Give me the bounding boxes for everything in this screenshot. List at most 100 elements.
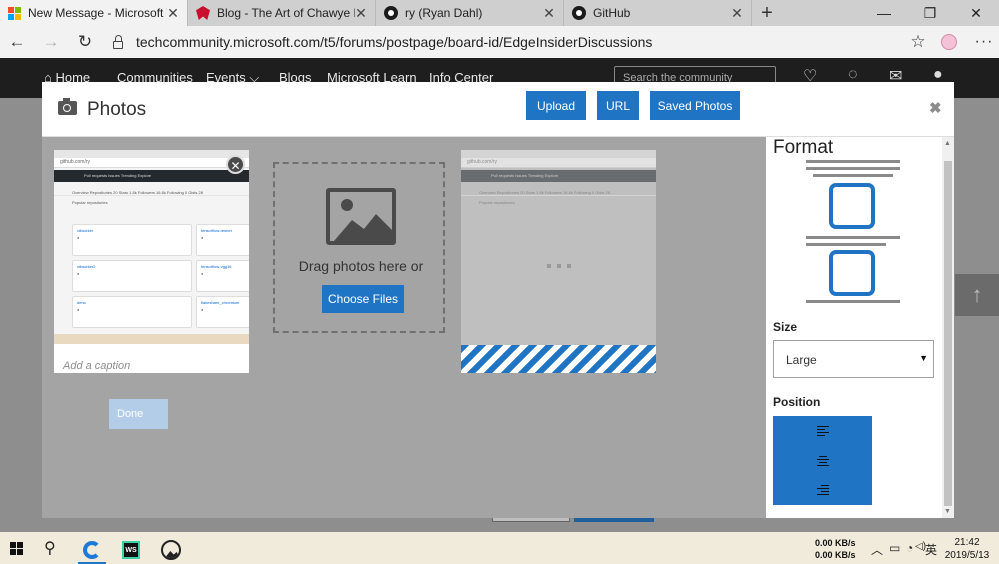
drag-photos-text: Drag photos here or	[298, 258, 424, 274]
wifi-icon[interactable]: ◔	[906, 541, 913, 555]
battery-icon[interactable]: ▭	[889, 541, 900, 555]
align-left-icon[interactable]	[817, 426, 829, 438]
window-controls: — ❐ ✕	[861, 0, 999, 26]
upload-progress-bar	[461, 345, 656, 373]
ime-indicator[interactable]: 英	[925, 541, 937, 558]
tray-chevron-icon[interactable]: ︿	[871, 541, 883, 558]
tab-title: ry (Ryan Dahl)	[405, 6, 483, 20]
net-upload-speed: 0.00 KB/s	[815, 538, 856, 548]
mini-popular: Popular repositories	[72, 200, 108, 205]
photo-thumbnail[interactable]: github.com/ry Pull requests Issues Trend…	[54, 150, 249, 373]
photo-dropzone[interactable]: Drag photos here or Choose Files	[273, 162, 445, 333]
url-button[interactable]: URL	[597, 91, 639, 120]
size-value: Large	[786, 353, 817, 367]
scroll-down-icon[interactable]: ▼	[944, 508, 951, 515]
tab-ry[interactable]: ry (Ryan Dahl) ✕	[376, 0, 564, 26]
edge-icon	[83, 541, 101, 559]
windows-start-icon[interactable]	[10, 542, 23, 555]
favorite-star-icon[interactable]: ☆	[903, 32, 933, 52]
webstorm-icon: WS	[122, 541, 140, 559]
modal-header: Photos Upload URL Saved Photos ✖	[42, 82, 954, 137]
saved-photos-button[interactable]: Saved Photos	[650, 91, 740, 120]
tab-blog[interactable]: Blog - The Art of Chawye Hsu ✕	[188, 0, 376, 26]
mini-nav: Pull requests Issues Trending Explore	[54, 170, 249, 182]
scrollbar-thumb[interactable]	[944, 161, 952, 506]
mini-card: v8worker ●	[72, 224, 192, 256]
refresh-button[interactable]: ↻	[68, 32, 102, 52]
text-lines-icon	[806, 300, 900, 307]
align-center-icon[interactable]	[817, 456, 829, 468]
mini-card: tensorflow-resnet ●	[196, 224, 249, 256]
position-label: Position	[773, 395, 821, 409]
align-right-icon[interactable]	[817, 485, 829, 497]
tab-strip: New Message - Microsoft Tech C ✕ Blog - …	[0, 0, 999, 26]
size-label: Size	[773, 320, 798, 334]
mini-address: github.com/ry	[54, 158, 249, 168]
screenshot-preview: github.com/ry Pull requests Issues Trend…	[54, 150, 249, 328]
position-selector[interactable]	[773, 416, 872, 505]
mini-tabs: Overview Repositories 20 Stars 1.8k Foll…	[54, 182, 249, 196]
tab-title: GitHub	[593, 6, 631, 20]
taskbar-edge[interactable]	[72, 536, 112, 564]
done-button[interactable]: Done	[109, 399, 168, 429]
tab-close-icon[interactable]: ✕	[167, 5, 179, 22]
uploading-photo-thumbnail: github.com/ry Pull requests Issues Trend…	[461, 150, 656, 345]
search-icon[interactable]: ⚲	[44, 538, 56, 558]
scroll-up-icon[interactable]: ▲	[944, 140, 951, 147]
format-title: Format	[773, 137, 834, 158]
restore-button[interactable]: ❐	[907, 0, 953, 26]
tab-github[interactable]: GitHub ✕	[564, 0, 752, 26]
mini-card: flakeshare_chromium ●	[196, 296, 249, 328]
caption-input[interactable]: Add a caption	[63, 360, 130, 372]
back-button[interactable]: ←	[0, 32, 34, 52]
upload-button[interactable]: Upload	[526, 91, 586, 120]
more-menu-button[interactable]: ···	[969, 33, 999, 51]
github-icon	[384, 6, 398, 20]
close-modal-icon[interactable]: ✖	[929, 99, 942, 117]
github-icon	[572, 6, 586, 20]
clock-time[interactable]: 21:42	[940, 537, 994, 548]
modal-title: Photos	[87, 99, 147, 120]
mini-card: v8worker2 ●	[72, 260, 192, 292]
tab-close-icon[interactable]: ✕	[543, 5, 555, 22]
microsoft-icon	[8, 6, 21, 20]
clock-date[interactable]: 2019/5/13	[940, 550, 994, 561]
screenshot-taskbar-strip	[54, 334, 249, 344]
screenshot-preview: github.com/ry Pull requests Issues Trend…	[461, 150, 656, 209]
taskbar-app[interactable]	[151, 536, 191, 564]
lock-icon	[108, 34, 128, 49]
minimize-button[interactable]: —	[861, 0, 907, 26]
forward-button[interactable]: →	[34, 32, 68, 52]
mini-card: tensorflow-vgg16 ●	[196, 260, 249, 292]
choose-files-button[interactable]: Choose Files	[322, 285, 404, 313]
text-lines-icon	[806, 236, 900, 250]
new-tab-button[interactable]: +	[752, 0, 782, 26]
tab-new-message[interactable]: New Message - Microsoft Tech C ✕	[0, 0, 188, 26]
net-download-speed: 0.00 KB/s	[815, 550, 856, 560]
format-panel: Format Size Large ▼ Position ▲ ▼	[766, 137, 954, 518]
address-bar-row: ← → ↻ techcommunity.microsoft.com/t5/for…	[0, 26, 999, 58]
size-select[interactable]: Large ▼	[773, 340, 934, 378]
block-layout-icon[interactable]	[829, 250, 875, 296]
tab-close-icon[interactable]: ✕	[731, 5, 743, 22]
taskbar-webstorm[interactable]: WS	[111, 536, 151, 564]
loading-spinner-icon	[547, 257, 577, 271]
inline-layout-icon[interactable]	[829, 183, 875, 229]
profile-avatar[interactable]	[941, 34, 957, 50]
panel-scrollbar[interactable]: ▲ ▼	[942, 137, 954, 518]
camera-icon	[58, 98, 77, 115]
image-icon	[326, 188, 396, 245]
photos-modal: Photos Upload URL Saved Photos ✖ github.…	[42, 82, 954, 518]
text-lines-icon	[806, 160, 900, 181]
close-window-button[interactable]: ✕	[953, 0, 999, 26]
scroll-top-button[interactable]: ↑	[955, 274, 999, 316]
tab-title: Blog - The Art of Chawye Hsu	[217, 6, 355, 20]
chevron-down-icon: ▼	[919, 353, 928, 363]
mountain-app-icon	[161, 540, 181, 560]
url-field[interactable]: techcommunity.microsoft.com/t5/forums/po…	[136, 34, 903, 50]
tab-title: New Message - Microsoft Tech C	[28, 6, 167, 20]
tab-close-icon[interactable]: ✕	[355, 5, 367, 22]
windows-taskbar: ⚲ WS 0.00 KB/s 0.00 KB/s ︿ ▭ ◔ ◁) 英 21:4…	[0, 532, 999, 564]
red-bird-icon	[196, 6, 210, 20]
remove-photo-icon[interactable]: ✕	[226, 155, 245, 174]
